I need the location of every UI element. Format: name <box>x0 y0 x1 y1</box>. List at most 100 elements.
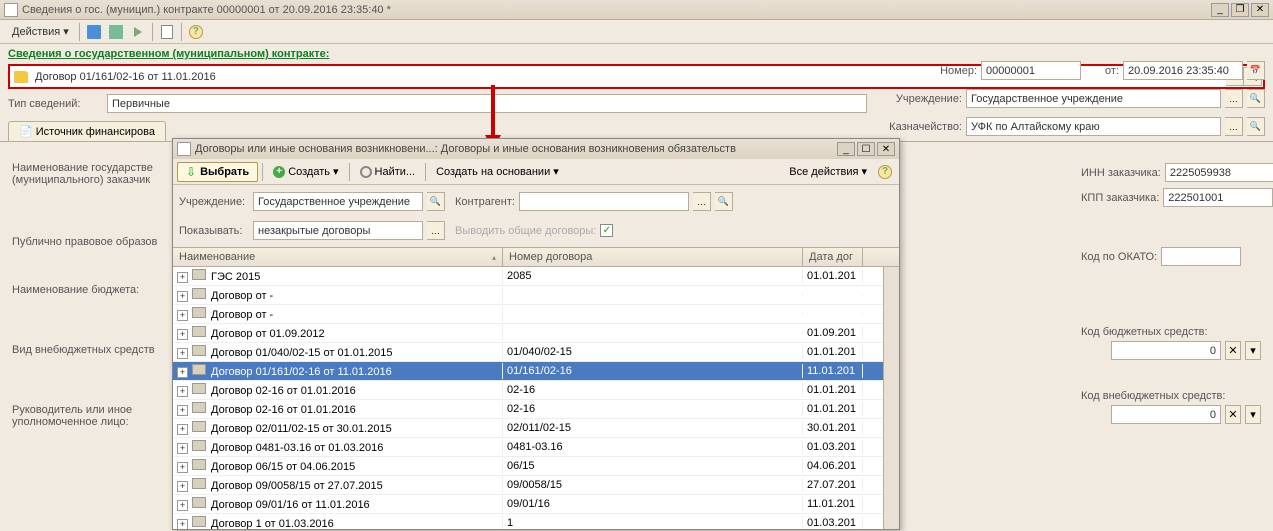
row-icon <box>192 269 206 280</box>
dlg-show-select[interactable]: … <box>427 221 445 240</box>
expand-icon[interactable]: + <box>177 329 188 340</box>
number-input[interactable] <box>981 61 1081 80</box>
expand-icon[interactable]: + <box>177 424 188 435</box>
offbudget-code-dropdown[interactable]: ▾ <box>1245 405 1261 424</box>
type-input[interactable] <box>107 94 867 113</box>
table-row[interactable]: +Договор 01/161/02-16 от 11.01.201601/16… <box>173 362 883 381</box>
play-icon <box>134 27 142 37</box>
plus-icon: + <box>273 166 285 178</box>
tab-finance-source[interactable]: 📄 Источник финансирова <box>8 121 166 141</box>
expand-icon[interactable]: + <box>177 291 188 302</box>
row-icon <box>192 326 206 337</box>
create-on-basis-button[interactable]: Создать на основании ▾ <box>430 163 565 180</box>
dialog-minimize[interactable]: _ <box>837 142 855 156</box>
inn-input[interactable] <box>1165 163 1273 182</box>
number-label: Номер: <box>940 65 977 77</box>
table-row[interactable]: +Договор от 01.09.201201.09.201 <box>173 324 883 343</box>
maximize-button[interactable]: ❐ <box>1231 3 1249 17</box>
actions-menu[interactable]: Действия ▾ <box>6 23 75 40</box>
table-row[interactable]: +Договор 09/0058/15 от 27.07.201509/0058… <box>173 476 883 495</box>
table-row[interactable]: +Договор 0481-03.16 от 01.03.20160481-03… <box>173 438 883 457</box>
org-input[interactable] <box>966 89 1221 108</box>
expand-icon[interactable]: + <box>177 519 188 530</box>
save-button[interactable] <box>84 22 104 42</box>
row-icon <box>192 478 206 489</box>
select-arrow-icon: ⇩ <box>186 165 196 179</box>
date-picker-button[interactable]: 📅 <box>1247 61 1265 80</box>
expand-icon[interactable]: + <box>177 405 188 416</box>
dlg-show-input[interactable] <box>253 221 423 240</box>
row-icon <box>192 459 206 470</box>
expand-icon[interactable]: + <box>177 462 188 473</box>
save-close-button[interactable] <box>106 22 126 42</box>
vertical-scrollbar[interactable] <box>883 267 899 529</box>
row-icon <box>192 288 206 299</box>
expand-icon[interactable]: + <box>177 367 188 378</box>
offbudget-code-clear[interactable]: ✕ <box>1225 405 1241 424</box>
table-row[interactable]: +Договор 06/15 от 04.06.201506/1504.06.2… <box>173 457 883 476</box>
dlg-counterparty-select[interactable]: … <box>693 192 711 211</box>
expand-icon[interactable]: + <box>177 348 188 359</box>
offbudget-code-input[interactable] <box>1111 405 1221 424</box>
expand-icon[interactable]: + <box>177 386 188 397</box>
dialog-help-button[interactable]: ? <box>875 162 895 182</box>
org-select-button[interactable]: … <box>1225 89 1243 108</box>
dialog-close[interactable]: ✕ <box>877 142 895 156</box>
select-button[interactable]: ⇩Выбрать <box>177 162 258 182</box>
dlg-counterparty-label: Контрагент: <box>455 196 515 208</box>
table-row[interactable]: +Договор от - <box>173 286 883 305</box>
table-row[interactable]: +Договор 02-16 от 01.01.201602-1601.01.2… <box>173 381 883 400</box>
expand-icon[interactable]: + <box>177 500 188 511</box>
dlg-counterparty-input[interactable] <box>519 192 689 211</box>
create-button[interactable]: +Создать ▾ <box>267 163 344 180</box>
dlg-common-checkbox[interactable]: ✓ <box>600 224 613 237</box>
minimize-button[interactable]: _ <box>1211 3 1229 17</box>
budget-code-input[interactable] <box>1111 341 1221 360</box>
close-button[interactable]: ✕ <box>1251 3 1269 17</box>
dlg-org-open[interactable]: 🔍 <box>427 192 445 211</box>
dlg-counterparty-open[interactable]: 🔍 <box>715 192 733 211</box>
okato-input[interactable] <box>1161 247 1241 266</box>
grid-body[interactable]: +ГЭС 2015208501.01.201+Договор от -+Дого… <box>173 267 883 529</box>
dlg-org-label: Учреждение: <box>179 196 249 208</box>
expand-icon[interactable]: + <box>177 481 188 492</box>
budget-code-dropdown[interactable]: ▾ <box>1245 341 1261 360</box>
table-row[interactable]: +Договор 09/01/16 от 11.01.201609/01/161… <box>173 495 883 514</box>
all-actions-button[interactable]: Все действия ▾ <box>783 163 873 180</box>
table-row[interactable]: +Договор 02-16 от 01.01.201602-1601.01.2… <box>173 400 883 419</box>
table-row[interactable]: +Договор 01/040/02-15 от 01.01.201501/04… <box>173 343 883 362</box>
treasury-input[interactable] <box>966 117 1221 136</box>
grid-header: Наименование▴ Номер договора Дата дог <box>173 248 899 267</box>
window-icon <box>4 3 18 17</box>
dlg-org-input[interactable] <box>253 192 423 211</box>
find-icon <box>360 166 372 178</box>
row-icon <box>192 516 206 527</box>
contracts-dialog: Договоры или иные основания возникновени… <box>172 138 900 530</box>
row-icon <box>192 345 206 356</box>
table-row[interactable]: +Договор 02/011/02-15 от 30.01.201502/01… <box>173 419 883 438</box>
kpp-input[interactable] <box>1163 188 1273 207</box>
col-date[interactable]: Дата дог <box>803 248 863 266</box>
col-number[interactable]: Номер договора <box>503 248 803 266</box>
find-button[interactable]: Найти... <box>354 164 422 180</box>
table-row[interactable]: +Договор 1 от 01.03.2016101.03.201 <box>173 514 883 529</box>
expand-icon[interactable]: + <box>177 272 188 283</box>
treasury-select-button[interactable]: … <box>1225 117 1243 136</box>
date-input[interactable] <box>1123 61 1243 80</box>
help-icon: ? <box>878 165 892 179</box>
table-row[interactable]: +Договор от - <box>173 305 883 324</box>
run-button[interactable] <box>128 22 148 42</box>
treasury-open-button[interactable]: 🔍 <box>1247 117 1265 136</box>
dialog-maximize[interactable]: ☐ <box>857 142 875 156</box>
disk-icon <box>109 25 123 39</box>
treasury-label: Казначейство: <box>889 121 962 133</box>
org-open-button[interactable]: 🔍 <box>1247 89 1265 108</box>
budget-code-clear[interactable]: ✕ <box>1225 341 1241 360</box>
expand-icon[interactable]: + <box>177 443 188 454</box>
table-row[interactable]: +ГЭС 2015208501.01.201 <box>173 267 883 286</box>
dlg-common-label: Выводить общие договоры: <box>455 225 596 237</box>
help-button[interactable]: ? <box>186 22 206 42</box>
document-button[interactable] <box>157 22 177 42</box>
expand-icon[interactable]: + <box>177 310 188 321</box>
col-name[interactable]: Наименование▴ <box>173 248 503 266</box>
